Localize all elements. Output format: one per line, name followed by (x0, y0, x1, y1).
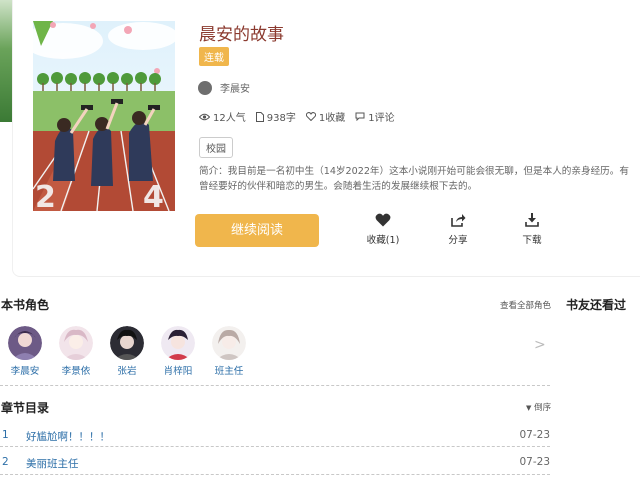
book-stats: 12人气 938字 1收藏 1评论 (199, 109, 395, 124)
book-title: 晨安的故事 (199, 25, 284, 45)
character-name[interactable]: 李景依 (59, 363, 93, 377)
character-item[interactable]: 肖梓阳 (161, 326, 195, 377)
chapter-title[interactable]: 好尴尬啊！！！！ (26, 429, 110, 444)
character-avatar[interactable] (59, 326, 93, 360)
author-name[interactable]: 李晨安 (220, 80, 250, 95)
download-label: 下载 (522, 235, 542, 246)
character-list: 李晨安 李景依 张岩 肖梓阳 班主任 (8, 326, 246, 377)
popularity-stat: 12人气 (199, 109, 246, 124)
character-name[interactable]: 班主任 (212, 363, 246, 377)
share-icon (450, 214, 465, 227)
character-item[interactable]: 李晨安 (8, 326, 42, 377)
chapters-section-title: 章节目录 (1, 401, 50, 415)
chapter-title[interactable]: 美丽班主任 (26, 456, 79, 471)
svg-text:4: 4 (143, 180, 164, 211)
words-text: 938字 (266, 113, 296, 124)
character-avatar[interactable] (161, 326, 195, 360)
author-info[interactable]: 李晨安 (198, 80, 250, 95)
svg-text:2: 2 (35, 180, 56, 211)
chapter-row[interactable]: 2 美丽班主任 07-23 (0, 452, 550, 474)
character-avatar[interactable] (110, 326, 144, 360)
chapter-row[interactable]: 1 好尴尬啊！！！！ 07-23 (0, 425, 550, 447)
chapter-divider (0, 474, 550, 475)
character-name[interactable]: 张岩 (110, 363, 144, 377)
friends-also-read-title: 书友还看过 (566, 298, 627, 312)
share-label: 分享 (448, 235, 468, 246)
favorite-label: 收藏(1) (366, 235, 400, 246)
sort-toggle[interactable]: ▼ 倒序 (526, 401, 551, 413)
comment-icon (355, 112, 365, 121)
favorites-text: 1收藏 (318, 113, 346, 124)
chevron-right-icon[interactable]: > (534, 337, 546, 353)
download-button[interactable]: 下载 (502, 213, 562, 246)
continue-reading-button[interactable]: 继续阅读 (195, 214, 319, 247)
share-button[interactable]: 分享 (428, 213, 488, 246)
background-image-strip (0, 0, 12, 122)
characters-section-title: 本书角色 (1, 298, 50, 312)
chapter-divider (0, 446, 550, 447)
author-avatar[interactable] (198, 80, 212, 95)
favorites-stat: 1收藏 (305, 109, 346, 124)
comments-stat: 1评论 (355, 109, 395, 124)
section-divider (0, 385, 550, 386)
eye-icon (199, 113, 210, 120)
character-name[interactable]: 肖梓阳 (161, 363, 195, 377)
status-badge: 连载 (199, 47, 229, 66)
character-avatar[interactable] (212, 326, 246, 360)
character-item[interactable]: 班主任 (212, 326, 246, 377)
heart-icon (305, 112, 316, 121)
chapter-number: 1 (2, 429, 9, 441)
download-icon (525, 213, 539, 227)
words-stat: 938字 (255, 109, 296, 124)
popularity-text: 12人气 (213, 113, 246, 124)
character-name[interactable]: 李晨安 (8, 363, 42, 377)
character-item[interactable]: 张岩 (110, 326, 144, 377)
character-avatar[interactable] (8, 326, 42, 360)
book-cover: 2 4 (33, 21, 175, 211)
chapter-date: 07-23 (519, 456, 550, 468)
comments-text: 1评论 (368, 113, 395, 124)
chapter-date: 07-23 (519, 429, 550, 441)
view-all-characters-link[interactable]: 查看全部角色 (500, 299, 551, 311)
heart-filled-icon (375, 213, 391, 227)
genre-tag[interactable]: 校园 (199, 137, 233, 158)
character-item[interactable]: 李景依 (59, 326, 93, 377)
chapter-number: 2 (2, 456, 9, 468)
favorite-button[interactable]: 收藏(1) (353, 213, 413, 246)
sort-label: 倒序 (534, 403, 552, 413)
book-intro: 简介：我目前是一名初中生（14岁2022年）这本小说刚开始可能会很无聊，但是本人… (199, 166, 629, 192)
document-icon (255, 111, 264, 122)
sort-icon: ▼ (526, 404, 532, 412)
